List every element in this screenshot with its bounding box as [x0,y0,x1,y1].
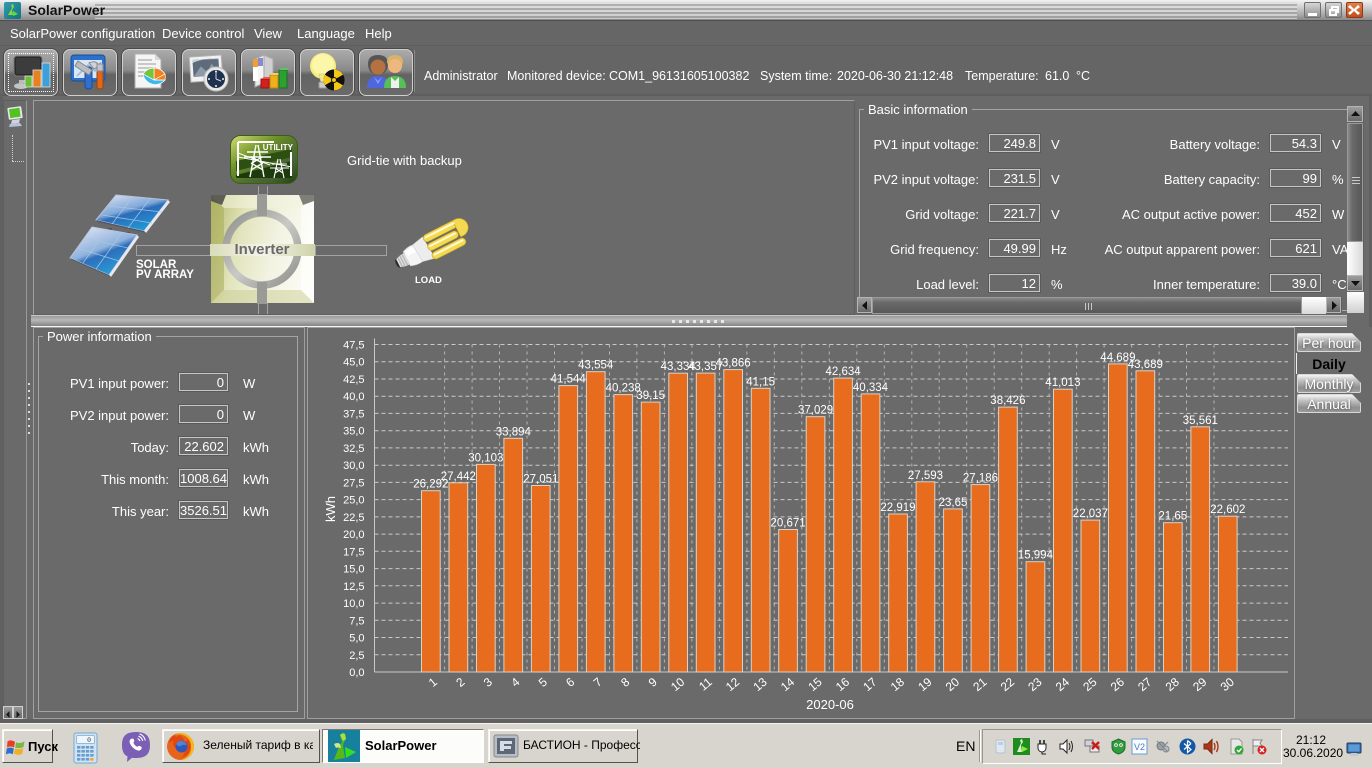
svg-text:41,544: 41,544 [551,374,587,386]
svg-text:40,0: 40,0 [343,391,364,403]
svg-text:21: 21 [970,675,989,695]
svg-text:5,0: 5,0 [349,633,364,645]
svg-text:0: 0 [87,737,91,744]
svg-text:21,65: 21,65 [1158,511,1187,523]
svg-text:11: 11 [696,675,715,694]
svg-text:20,0: 20,0 [343,529,364,541]
svg-text:20,671: 20,671 [771,518,806,530]
svg-text:30,103: 30,103 [468,452,503,464]
svg-text:27,051: 27,051 [523,474,558,486]
svg-text:30,0: 30,0 [343,460,364,472]
svg-text:23: 23 [1025,675,1044,695]
svg-text:3: 3 [481,675,495,690]
svg-text:47,5: 47,5 [343,340,364,352]
svg-text:20: 20 [943,675,962,695]
svg-text:0,0: 0,0 [349,667,364,679]
svg-text:43,866: 43,866 [716,358,751,370]
svg-text:Inverter: Inverter [234,241,289,258]
svg-text:40,334: 40,334 [853,382,889,394]
svg-text:2,5: 2,5 [349,650,364,662]
svg-text:27,442: 27,442 [441,471,476,483]
svg-text:42,634: 42,634 [826,366,862,378]
svg-text:17,5: 17,5 [343,546,364,558]
svg-text:10: 10 [668,675,687,695]
svg-text:6: 6 [563,675,577,690]
svg-text:1: 1 [426,675,440,690]
svg-text:32,5: 32,5 [343,443,364,455]
svg-text:2020-06: 2020-06 [806,697,854,712]
svg-text:35,561: 35,561 [1183,415,1218,427]
svg-text:13: 13 [750,675,769,695]
svg-text:22,037: 22,037 [1073,508,1108,520]
svg-text:37,5: 37,5 [343,408,364,420]
svg-text:43,689: 43,689 [1128,359,1163,371]
svg-text:17: 17 [860,675,879,695]
svg-text:45,0: 45,0 [343,357,364,369]
svg-text:30: 30 [1218,675,1237,695]
svg-text:UTILITY: UTILITY [263,143,294,152]
svg-text:7,5: 7,5 [349,615,364,627]
svg-text:16: 16 [833,675,852,695]
svg-text:37,029: 37,029 [798,405,833,417]
svg-text:15,994: 15,994 [1018,550,1054,562]
svg-text:42,5: 42,5 [343,374,364,386]
svg-text:15,0: 15,0 [343,564,364,576]
svg-text:22: 22 [998,675,1017,695]
svg-text:33,894: 33,894 [496,426,532,438]
svg-text:5: 5 [536,675,550,690]
svg-text:27,186: 27,186 [963,473,998,485]
svg-text:27,593: 27,593 [908,470,943,482]
svg-text:kWh: kWh [323,496,338,522]
svg-text:25,0: 25,0 [343,495,364,507]
svg-text:38,426: 38,426 [990,395,1025,407]
svg-text:9: 9 [646,675,660,690]
svg-text:8: 8 [618,675,632,690]
svg-text:24: 24 [1053,675,1072,695]
svg-text:29: 29 [1190,675,1209,695]
svg-text:7: 7 [591,675,605,690]
svg-text:27,5: 27,5 [343,477,364,489]
svg-text:23,65: 23,65 [939,497,968,509]
svg-text:41,013: 41,013 [1045,377,1080,389]
svg-text:14: 14 [778,675,797,695]
svg-text:43,554: 43,554 [578,360,614,372]
svg-text:26: 26 [1108,675,1127,695]
svg-text:22,5: 22,5 [343,512,364,524]
svg-text:2: 2 [453,675,467,690]
svg-text:28: 28 [1163,675,1182,695]
svg-text:18: 18 [888,675,907,695]
svg-text:27: 27 [1135,675,1154,695]
svg-text:41,15: 41,15 [746,376,775,388]
svg-text:39,15: 39,15 [636,390,665,402]
svg-text:19: 19 [915,675,934,695]
svg-text:10,0: 10,0 [343,598,364,610]
svg-text:35,0: 35,0 [343,426,364,438]
svg-text:12,5: 12,5 [343,581,364,593]
svg-text:V2: V2 [1134,742,1145,752]
svg-text:4: 4 [508,675,522,690]
svg-text:15: 15 [805,675,824,695]
svg-text:22,602: 22,602 [1210,504,1245,516]
svg-text:25: 25 [1080,675,1099,695]
svg-text:12: 12 [723,675,742,695]
svg-text:22,919: 22,919 [880,502,915,514]
